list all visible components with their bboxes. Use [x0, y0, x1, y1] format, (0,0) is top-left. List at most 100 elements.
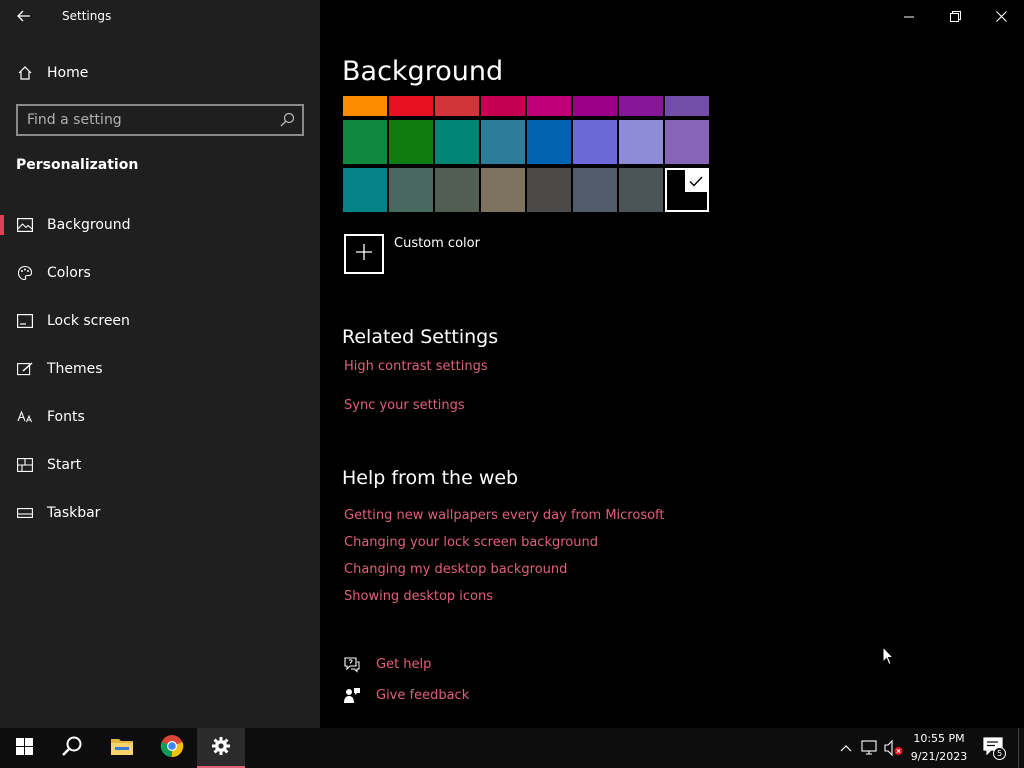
color-swatch[interactable] — [481, 168, 525, 212]
nav-home[interactable]: Home — [0, 56, 320, 90]
sidebar-item-label: Start — [47, 457, 82, 473]
color-swatch[interactable] — [343, 120, 387, 164]
color-swatch[interactable] — [389, 120, 433, 164]
custom-color-button[interactable] — [344, 234, 384, 274]
color-swatch[interactable] — [665, 96, 709, 116]
taskbar: 10:55 PM 9/21/2023 5 — [0, 728, 1024, 768]
sidebar-item-label: Lock screen — [47, 313, 130, 329]
clock-date: 9/21/2023 — [910, 750, 968, 763]
link-high-contrast[interactable]: High contrast settings — [344, 359, 488, 374]
close-icon — [995, 7, 1007, 26]
sidebar-item-fonts[interactable]: Fonts — [0, 397, 320, 437]
sidebar-item-label: Colors — [47, 265, 91, 281]
window-controls — [886, 0, 1024, 32]
sidebar-item-taskbar[interactable]: Taskbar — [0, 493, 320, 533]
volume-muted-icon[interactable] — [884, 738, 904, 758]
search-box[interactable] — [16, 104, 304, 136]
get-help-link[interactable]: Get help — [376, 657, 431, 672]
get-help-row[interactable]: Get help — [342, 653, 431, 675]
color-swatch[interactable] — [573, 96, 617, 116]
color-swatch[interactable] — [619, 120, 663, 164]
app-title: Settings — [62, 9, 112, 23]
close-button[interactable] — [978, 0, 1024, 32]
restore-button[interactable] — [932, 0, 978, 32]
color-swatch[interactable] — [527, 120, 571, 164]
color-swatch[interactable] — [435, 120, 479, 164]
color-swatch[interactable] — [665, 168, 709, 212]
link-help-lock-screen[interactable]: Changing your lock screen background — [344, 535, 598, 550]
get-help-icon — [342, 654, 362, 674]
sidebar-item-label: Background — [47, 217, 131, 233]
chevron-up-icon[interactable] — [836, 738, 856, 758]
restore-icon — [949, 7, 961, 26]
home-icon — [16, 64, 34, 82]
windows-logo-icon — [15, 737, 33, 759]
palette-icon — [16, 264, 34, 282]
color-swatch[interactable] — [481, 96, 525, 116]
link-help-desktop-background[interactable]: Changing my desktop background — [344, 562, 567, 577]
sidebar-item-start[interactable]: Start — [0, 445, 320, 485]
notification-count-badge: 5 — [993, 747, 1006, 760]
help-heading: Help from the web — [342, 467, 519, 489]
color-swatch[interactable] — [573, 168, 617, 212]
page-title: Background — [342, 56, 504, 87]
taskbar-search-button[interactable] — [48, 728, 96, 768]
sidebar-item-label: Themes — [47, 361, 103, 377]
system-clock[interactable]: 10:55 PM 9/21/2023 — [908, 730, 970, 766]
color-swatch[interactable] — [435, 96, 479, 116]
file-explorer-button[interactable] — [98, 728, 146, 768]
color-swatch[interactable] — [619, 168, 663, 212]
color-swatch[interactable] — [389, 96, 433, 116]
sidebar-item-label: Taskbar — [47, 505, 101, 521]
color-swatch[interactable] — [527, 96, 571, 116]
mouse-cursor-icon — [882, 645, 895, 670]
network-icon[interactable] — [860, 738, 880, 758]
sidebar: Settings Home Personalization Background… — [0, 0, 320, 728]
image-icon — [16, 216, 34, 234]
link-help-wallpapers[interactable]: Getting new wallpapers every day from Mi… — [344, 508, 665, 523]
link-help-desktop-icons[interactable]: Showing desktop icons — [344, 589, 493, 604]
section-title: Personalization — [16, 157, 139, 173]
show-desktop-button[interactable] — [1018, 728, 1024, 768]
sidebar-item-themes[interactable]: Themes — [0, 349, 320, 389]
sidebar-item-background[interactable]: Background — [0, 205, 320, 245]
plus-icon — [355, 243, 373, 265]
back-arrow-icon — [17, 7, 31, 26]
color-swatch[interactable] — [343, 168, 387, 212]
color-swatch[interactable] — [527, 168, 571, 212]
lock-screen-icon — [16, 312, 34, 330]
sidebar-item-label: Fonts — [47, 409, 85, 425]
give-feedback-link[interactable]: Give feedback — [376, 688, 469, 703]
start-button[interactable] — [0, 728, 48, 768]
custom-color-label[interactable]: Custom color — [394, 236, 480, 251]
search-magnifier-icon — [61, 735, 83, 761]
sidebar-item-colors[interactable]: Colors — [0, 253, 320, 293]
color-swatch[interactable] — [343, 96, 387, 116]
color-swatch[interactable] — [573, 120, 617, 164]
fonts-icon — [16, 408, 34, 426]
link-sync-settings[interactable]: Sync your settings — [344, 398, 465, 413]
search-icon[interactable] — [279, 112, 295, 128]
themes-brush-icon — [16, 360, 34, 378]
back-button[interactable] — [8, 2, 40, 30]
color-swatch[interactable] — [435, 168, 479, 212]
give-feedback-row[interactable]: Give feedback — [342, 684, 469, 706]
folder-icon — [110, 736, 134, 760]
checkmark-icon — [685, 170, 707, 192]
title-bar-left: Settings — [0, 0, 320, 32]
settings-taskbar-button[interactable] — [197, 728, 245, 768]
chrome-button[interactable] — [148, 728, 196, 768]
color-swatch[interactable] — [665, 120, 709, 164]
color-swatch[interactable] — [619, 96, 663, 116]
feedback-person-icon — [342, 685, 362, 705]
color-swatch[interactable] — [389, 168, 433, 212]
sidebar-item-lock-screen[interactable]: Lock screen — [0, 301, 320, 341]
start-layout-icon — [16, 456, 34, 474]
search-input[interactable] — [18, 111, 268, 129]
minimize-icon — [904, 7, 914, 26]
chrome-icon — [160, 734, 184, 762]
action-center-button[interactable]: 5 — [978, 734, 1008, 762]
color-swatch[interactable] — [481, 120, 525, 164]
minimize-button[interactable] — [886, 0, 932, 32]
related-settings-heading: Related Settings — [342, 326, 499, 348]
